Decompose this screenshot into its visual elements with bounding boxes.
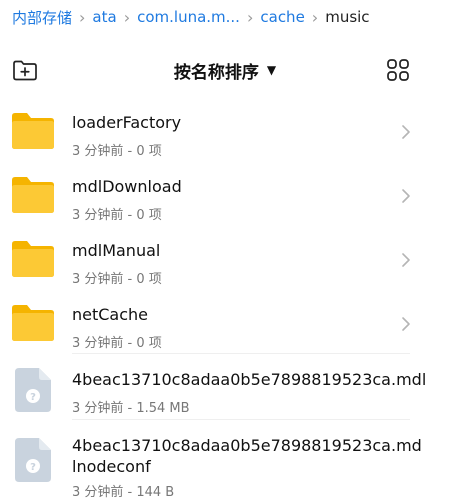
list-item-folder[interactable]: mdlDownload 3 分钟前 - 0 项 xyxy=(0,162,450,226)
sort-dropdown[interactable]: 按名称排序 ▼ xyxy=(174,58,276,83)
grid-view-icon[interactable] xyxy=(386,58,410,82)
chevron-right-icon: › xyxy=(123,7,131,27)
chevron-right-icon xyxy=(400,316,412,332)
folder-icon xyxy=(12,111,54,153)
file-list: loaderFactory 3 分钟前 - 0 项 mdlDownload 3 … xyxy=(0,98,450,500)
chevron-right-icon xyxy=(400,252,412,268)
list-item-folder[interactable]: loaderFactory 3 分钟前 - 0 项 xyxy=(0,98,450,162)
folder-icon xyxy=(12,303,54,345)
list-item-folder[interactable]: netCache 3 分钟前 - 0 项 xyxy=(0,290,450,354)
item-meta: 3 分钟前 - 1.54 MB xyxy=(72,401,190,416)
item-name: 4beac13710c8adaa0b5e7898819523ca.mdlnode… xyxy=(72,436,422,476)
item-meta: 3 分钟前 - 0 项 xyxy=(72,336,162,351)
svg-text:?: ? xyxy=(30,462,36,473)
item-name: netCache xyxy=(72,305,149,324)
svg-text:?: ? xyxy=(30,392,36,403)
item-name: mdlManual xyxy=(72,241,161,260)
breadcrumb-com-luna[interactable]: com.luna.m... xyxy=(137,8,240,26)
caret-down-icon: ▼ xyxy=(266,63,277,77)
chevron-right-icon: › xyxy=(246,7,254,27)
item-name: 4beac13710c8adaa0b5e7898819523ca.mdl xyxy=(72,370,427,389)
list-item-file[interactable]: ? 4beac13710c8adaa0b5e7898819523ca.mdlno… xyxy=(0,420,450,500)
breadcrumb-ata[interactable]: ata xyxy=(92,8,116,26)
item-meta: 3 分钟前 - 0 项 xyxy=(72,208,162,223)
chevron-right-icon xyxy=(400,188,412,204)
breadcrumb: 内部存储 › ata › com.luna.m... › cache › mus… xyxy=(12,6,450,28)
breadcrumb-internal-storage[interactable]: 内部存储 xyxy=(12,7,72,28)
unknown-file-icon: ? xyxy=(15,438,51,486)
list-item-folder[interactable]: mdlManual 3 分钟前 - 0 项 xyxy=(0,226,450,290)
breadcrumb-music: music xyxy=(325,8,370,26)
chevron-right-icon: › xyxy=(311,7,319,27)
list-item-file[interactable]: ? 4beac13710c8adaa0b5e7898819523ca.mdl 3… xyxy=(0,354,450,420)
folder-icon xyxy=(12,175,54,217)
chevron-right-icon: › xyxy=(79,7,86,27)
chevron-right-icon xyxy=(400,124,412,140)
unknown-file-icon: ? xyxy=(15,368,51,416)
folder-icon xyxy=(12,239,54,281)
sort-label: 按名称排序 xyxy=(173,62,259,83)
item-name: loaderFactory xyxy=(72,113,182,132)
item-meta: 3 分钟前 - 144 B xyxy=(72,485,175,500)
toolbar: 按名称排序 ▼ xyxy=(0,52,450,88)
item-name: mdlDownload xyxy=(72,177,182,196)
item-meta: 3 分钟前 - 0 项 xyxy=(72,144,162,159)
breadcrumb-cache[interactable]: cache xyxy=(260,8,304,26)
item-meta: 3 分钟前 - 0 项 xyxy=(72,272,162,287)
new-folder-icon[interactable] xyxy=(12,58,38,82)
